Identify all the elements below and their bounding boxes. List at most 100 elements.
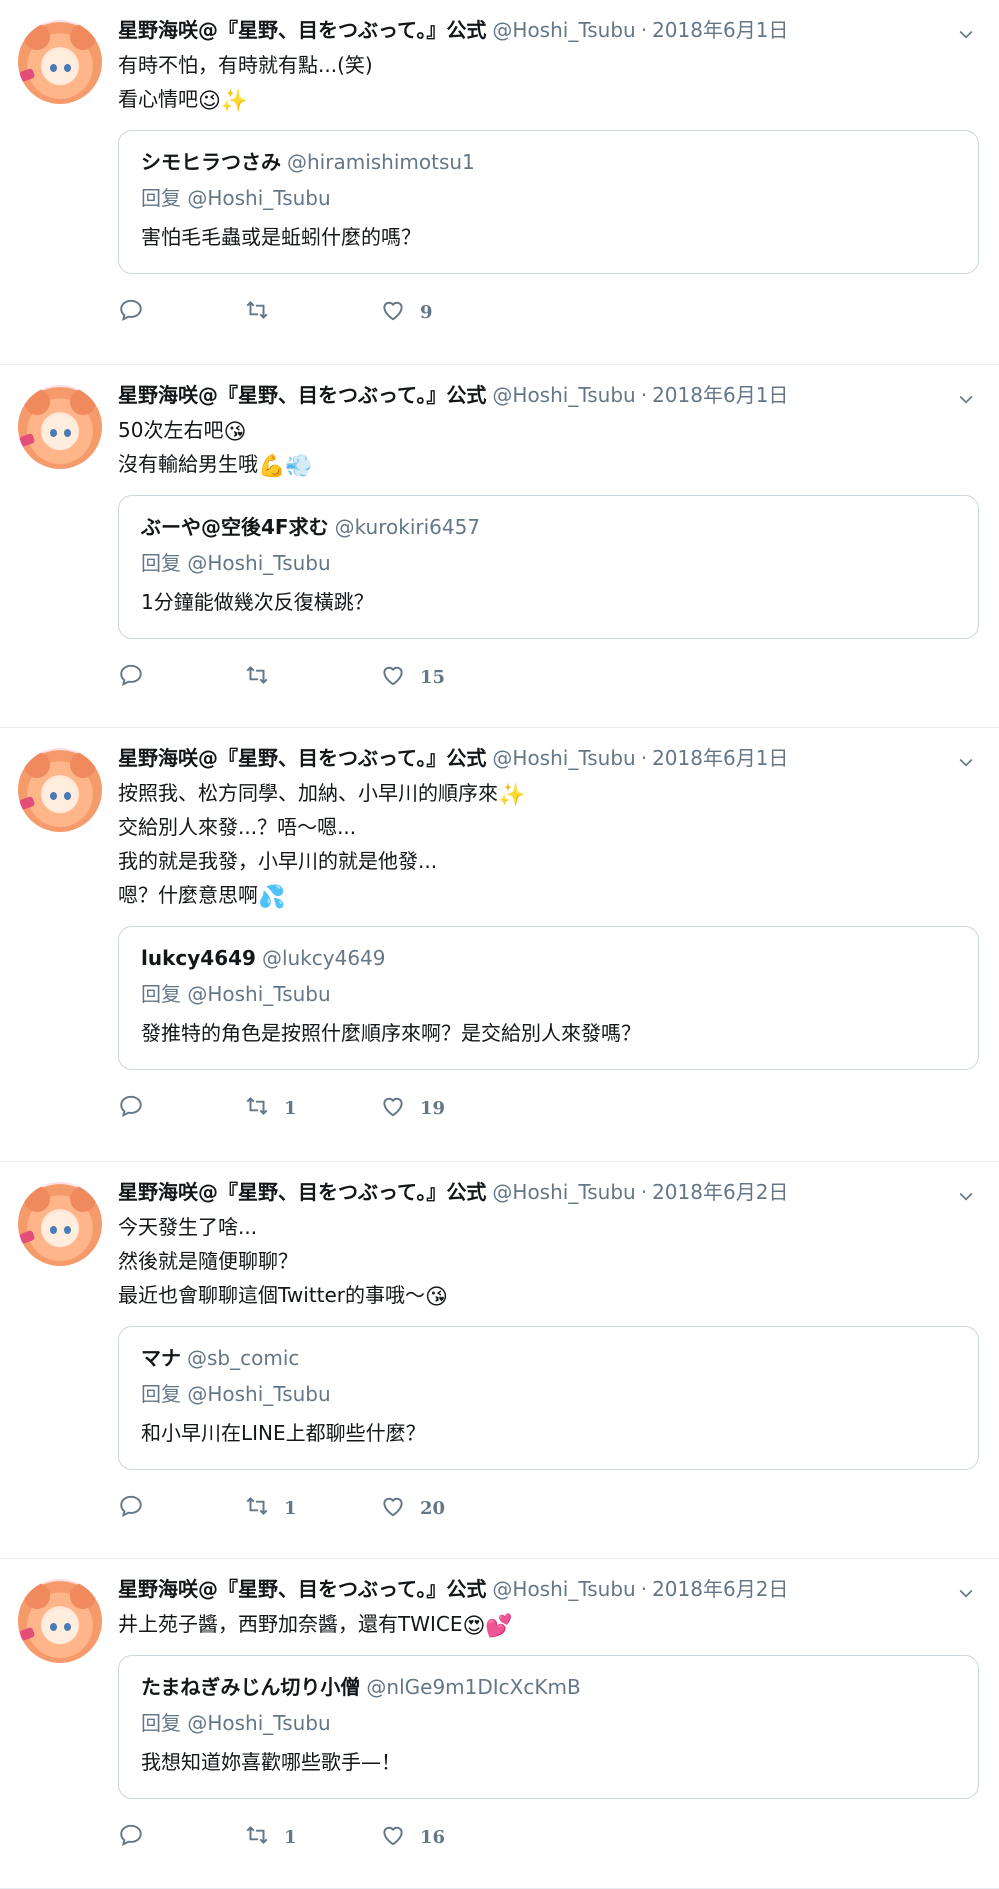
emoji-icon: 😘 <box>223 420 247 445</box>
emoji-icon: 😘 <box>425 1285 448 1310</box>
tweet-actions: 9 <box>118 280 979 344</box>
like-count: 15 <box>420 666 446 688</box>
tweet-header: 星野海咲@『星野、目をつぶって。』公式 @Hoshi_Tsubu · 2018年6月1… <box>118 742 979 776</box>
like-count: 19 <box>420 1097 446 1119</box>
chevron-down-icon[interactable] <box>955 1186 977 1208</box>
chevron-down-icon[interactable] <box>955 24 977 46</box>
tweet-feed: 星野海咲@『星野、目をつぶって。』公式 @Hoshi_Tsubu · 2018年6月1… <box>0 0 999 1889</box>
user-handle[interactable]: @Hoshi_Tsubu <box>492 1180 635 1204</box>
reply-button[interactable] <box>118 1822 244 1853</box>
separator: · <box>640 383 648 407</box>
retweet-count: 1 <box>284 1097 297 1119</box>
retweet-icon <box>244 1822 270 1853</box>
like-button[interactable]: 16 <box>380 1822 445 1853</box>
quoted-tweet[interactable]: ぶーや@空後4F求む @kurokiri6457 回复 @Hoshi_Tsubu 1分… <box>118 495 979 639</box>
tweet-date[interactable]: 2018年6月1日 <box>652 379 788 408</box>
chevron-down-icon[interactable] <box>955 389 977 411</box>
tweet-text-line: 有時不怕，有時就有點...(笑) <box>118 53 373 77</box>
tweet-date[interactable]: 2018年6月2日 <box>652 1176 788 1205</box>
quoted-tweet[interactable]: マナ @sb_comic 回复 @Hoshi_Tsubu 和小早川在LINE上都聊些什… <box>118 1326 979 1470</box>
tweet[interactable]: 星野海咲@『星野、目をつぶって。』公式 @Hoshi_Tsubu · 2018年6月2… <box>0 1162 999 1559</box>
reply-button[interactable] <box>118 662 244 693</box>
reply-button[interactable] <box>118 1093 244 1124</box>
like-button[interactable]: 19 <box>380 1093 445 1124</box>
tweet[interactable]: 星野海咲@『星野、目をつぶって。』公式 @Hoshi_Tsubu · 2018年6月2… <box>0 1559 999 1889</box>
tweet-text-line: 最近也會聊聊這個Twitter的事哦～😘 <box>118 1283 448 1310</box>
quoted-display-name: たまねぎみじん切り小僧 <box>141 1675 361 1699</box>
quoted-tweet[interactable]: シモヒラつさみ @hiramishimotsu1 回复 @Hoshi_Tsubu 害怕… <box>118 130 979 274</box>
tweet-text-line: 交給別人來發...？唔～嗯... <box>118 815 357 839</box>
retweet-button[interactable]: 1 <box>244 1493 380 1524</box>
like-count: 9 <box>420 301 433 323</box>
retweet-button[interactable] <box>244 662 380 693</box>
display-name[interactable]: 星野海咲@『星野、目をつぶって。』公式 <box>118 1573 486 1602</box>
emoji-icon: 😉✨ <box>198 89 249 114</box>
avatar[interactable] <box>18 1579 102 1663</box>
tweet[interactable]: 星野海咲@『星野、目をつぶって。』公式 @Hoshi_Tsubu · 2018年6月1… <box>0 0 999 365</box>
reply-icon <box>118 1493 144 1524</box>
tweet-header: 星野海咲@『星野、目をつぶって。』公式 @Hoshi_Tsubu · 2018年6月2… <box>118 1176 979 1210</box>
separator: · <box>640 746 648 770</box>
tweet-body: 按照我、松方同學、加納、小早川的順序來✨ 交給別人來發...？唔～嗯... 我的就是… <box>118 776 979 912</box>
chevron-down-icon[interactable] <box>955 752 977 774</box>
tweet-actions: 1 19 <box>118 1076 979 1140</box>
user-handle[interactable]: @Hoshi_Tsubu <box>492 383 635 407</box>
tweet-text-line: 沒有輸給男生哦💪💨 <box>118 452 313 479</box>
quoted-tweet[interactable]: たまねぎみじん切り小僧 @nlGe9m1DIcXcKmB 回复 @Hoshi_Tsu… <box>118 1655 979 1799</box>
quoted-user-handle: @lukcy4649 <box>261 946 386 970</box>
retweet-button[interactable]: 1 <box>244 1822 380 1853</box>
quoted-display-name: シモヒラつさみ <box>141 150 281 174</box>
user-handle[interactable]: @Hoshi_Tsubu <box>492 746 635 770</box>
like-button[interactable]: 9 <box>380 297 433 328</box>
avatar[interactable] <box>18 385 102 469</box>
quoted-display-name: ぶーや@空後4F求む <box>141 515 329 539</box>
replying-to: 回复 @Hoshi_Tsubu <box>141 186 331 210</box>
tweet[interactable]: 星野海咲@『星野、目をつぶって。』公式 @Hoshi_Tsubu · 2018年6月1… <box>0 728 999 1162</box>
reply-button[interactable] <box>118 1493 244 1524</box>
retweet-icon <box>244 1093 270 1124</box>
heart-icon <box>380 662 406 693</box>
tweet-text-line: 50次左右吧😘 <box>118 418 247 445</box>
retweet-button[interactable] <box>244 297 380 328</box>
display-name[interactable]: 星野海咲@『星野、目をつぶって。』公式 <box>118 742 486 771</box>
display-name[interactable]: 星野海咲@『星野、目をつぶって。』公式 <box>118 1176 486 1205</box>
tweet-text-line: 嗯？什麼意思啊💦 <box>118 883 286 910</box>
quoted-display-name: マナ <box>141 1346 181 1370</box>
user-handle[interactable]: @Hoshi_Tsubu <box>492 18 635 42</box>
tweet-header: 星野海咲@『星野、目をつぶって。』公式 @Hoshi_Tsubu · 2018年6月1… <box>118 14 979 48</box>
quoted-text: 和小早川在LINE上都聊些什麼？ <box>141 1421 426 1445</box>
tweet-date[interactable]: 2018年6月1日 <box>652 742 788 771</box>
tweet-date[interactable]: 2018年6月2日 <box>652 1573 788 1602</box>
display-name[interactable]: 星野海咲@『星野、目をつぶって。』公式 <box>118 14 486 43</box>
user-handle[interactable]: @Hoshi_Tsubu <box>492 1577 635 1601</box>
display-name[interactable]: 星野海咲@『星野、目をつぶって。』公式 <box>118 379 486 408</box>
quoted-text: 發推特的角色是按照什麼順序來啊？是交給別人來發嗎？ <box>141 1021 641 1045</box>
chevron-down-icon[interactable] <box>955 1583 977 1605</box>
tweet[interactable]: 星野海咲@『星野、目をつぶって。』公式 @Hoshi_Tsubu · 2018年6月1… <box>0 365 999 728</box>
heart-icon <box>380 1822 406 1853</box>
quoted-text: 害怕毛毛蟲或是蚯蚓什麼的嗎？ <box>141 225 421 249</box>
retweet-count: 1 <box>284 1497 297 1519</box>
replying-to: 回复 @Hoshi_Tsubu <box>141 1711 331 1735</box>
tweet-text-line: 我的就是我發，小早川的就是他發... <box>118 849 438 873</box>
replying-to: 回复 @Hoshi_Tsubu <box>141 551 331 575</box>
reply-icon <box>118 1822 144 1853</box>
heart-icon <box>380 1493 406 1524</box>
like-button[interactable]: 20 <box>380 1493 445 1524</box>
avatar[interactable] <box>18 20 102 104</box>
tweet-date[interactable]: 2018年6月1日 <box>652 14 788 43</box>
like-button[interactable]: 15 <box>380 662 445 693</box>
tweet-actions: 15 <box>118 645 979 709</box>
replying-to-handle: @Hoshi_Tsubu <box>187 186 331 210</box>
avatar[interactable] <box>18 748 102 832</box>
tweet-body: 今天發生了啥... 然後就是隨便聊聊？ 最近也會聊聊這個Twitter的事哦～😘 <box>118 1210 979 1312</box>
quoted-tweet[interactable]: lukcy4649 @lukcy4649 回复 @Hoshi_Tsubu 發推特的角色… <box>118 926 979 1070</box>
retweet-icon <box>244 662 270 693</box>
avatar[interactable] <box>18 1182 102 1266</box>
tweet-body: 有時不怕，有時就有點...(笑) 看心情吧😉✨ <box>118 48 979 116</box>
reply-button[interactable] <box>118 297 244 328</box>
like-count: 16 <box>420 1826 446 1848</box>
reply-icon <box>118 662 144 693</box>
emoji-icon: ✨ <box>498 783 526 808</box>
retweet-button[interactable]: 1 <box>244 1093 380 1124</box>
